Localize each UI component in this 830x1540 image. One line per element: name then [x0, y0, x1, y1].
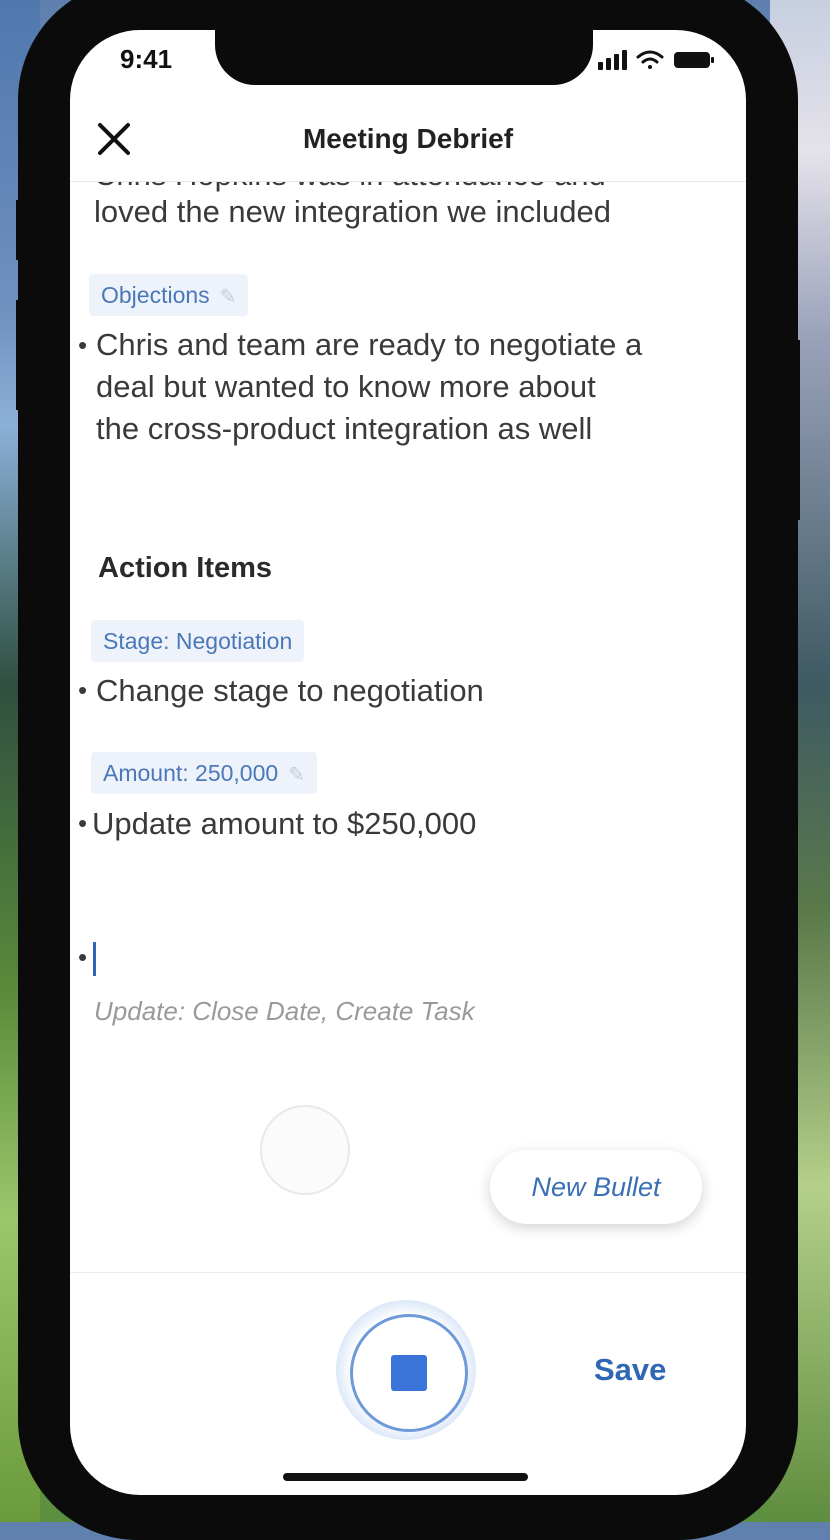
status-time: 9:41 — [120, 44, 173, 74]
phone-notch — [215, 30, 593, 85]
record-button-ring — [350, 1314, 468, 1432]
page-title: Meeting Debrief — [302, 123, 514, 154]
pencil-icon[interactable]: ✎ — [220, 276, 237, 318]
objection-line-3: the cross-product integration as well — [96, 411, 593, 446]
stop-icon — [391, 1355, 427, 1391]
phone-power-button — [794, 340, 800, 520]
pencil-icon[interactable]: ✎ — [288, 754, 305, 796]
phone-side-button — [16, 200, 24, 260]
status-icons — [598, 50, 714, 70]
amount-tag-label: Amount: 250,000 — [103, 760, 279, 786]
home-indicator[interactable] — [283, 1473, 528, 1481]
bullet-icon: • — [78, 675, 88, 705]
new-bullet-button[interactable]: New Bullet — [490, 1150, 702, 1224]
objection-line-1: Chris and team are ready to negotiate a — [96, 327, 643, 362]
battery-icon — [674, 52, 714, 68]
notes-content[interactable]: Chris Hopkins was in attendance and love… — [70, 150, 746, 1270]
footer-divider — [70, 1272, 746, 1273]
stage-tag[interactable]: Stage: Negotiation — [91, 620, 305, 662]
objections-tag[interactable]: Objections ✎ — [89, 274, 249, 318]
save-button[interactable]: Save — [594, 1352, 666, 1388]
objections-tag-label: Objections — [101, 282, 210, 308]
bullet-icon: • — [78, 942, 88, 972]
wifi-icon — [636, 50, 664, 69]
record-button[interactable] — [336, 1300, 476, 1440]
note-line-integration: loved the new integration we included — [94, 194, 612, 229]
objection-line-2: deal but wanted to know more about — [96, 369, 596, 404]
amount-tag[interactable]: Amount: 250,000 ✎ — [91, 752, 317, 794]
phone-volume-button — [16, 300, 24, 410]
suggestion-hint: Update: Close Date, Create Task — [94, 996, 475, 1026]
cellular-signal-icon — [598, 50, 627, 70]
text-cursor — [93, 942, 96, 976]
screen-header: Meeting Debrief — [70, 105, 746, 182]
stage-line: Change stage to negotiation — [96, 673, 484, 708]
ghost-circle — [260, 1105, 350, 1195]
bullet-icon: • — [78, 330, 88, 360]
action-items-heading: Action Items — [98, 552, 273, 584]
amount-line: Update amount to $250,000 — [92, 806, 477, 841]
bullet-icon: • — [78, 808, 88, 838]
